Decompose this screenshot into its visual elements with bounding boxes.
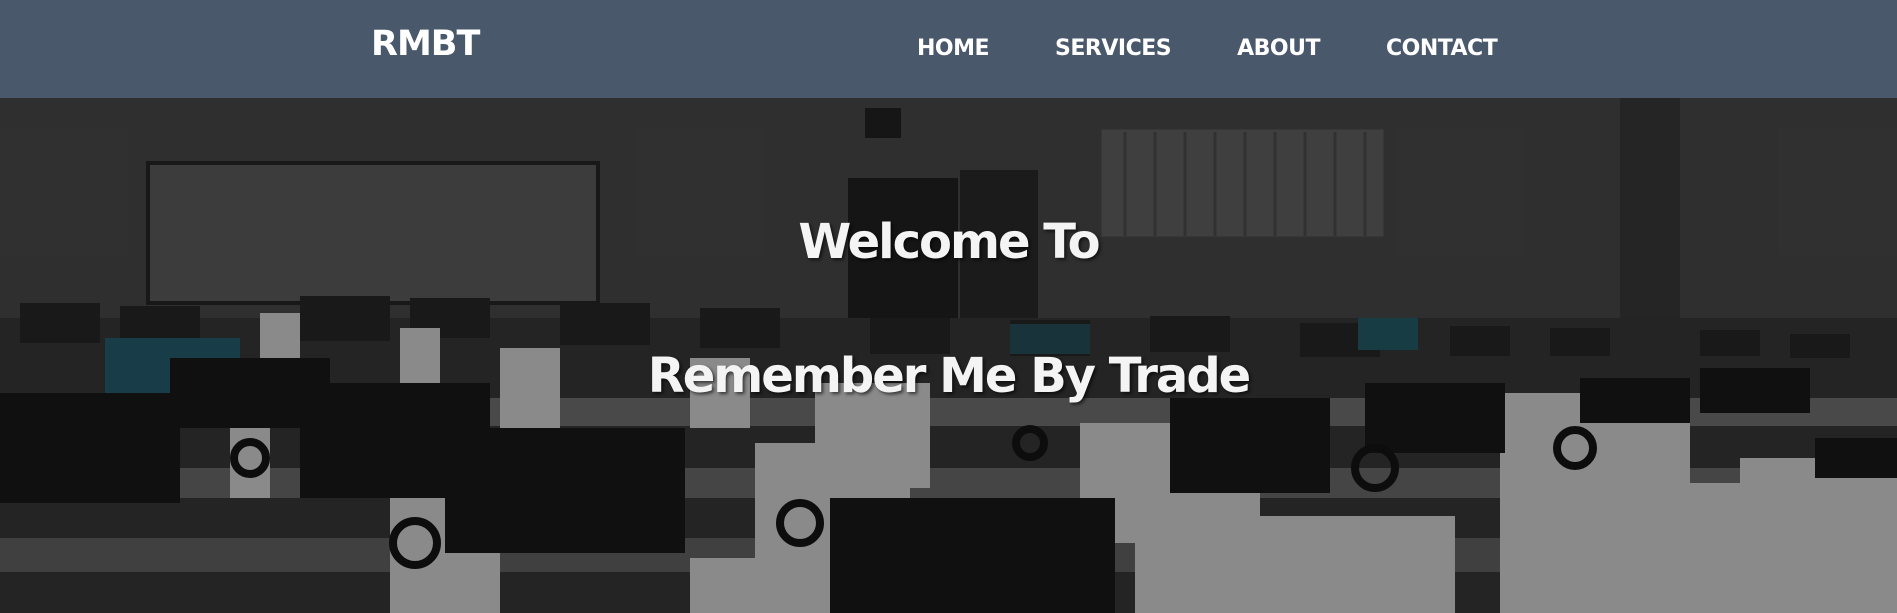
- hero-title-brand: Remember Me By Trade: [647, 348, 1251, 404]
- nav-link-services[interactable]: SERVICES: [1055, 36, 1172, 66]
- nav-link-contact[interactable]: CONTACT: [1386, 36, 1498, 66]
- hero-section: Welcome To Remember Me By Trade: [0, 98, 1897, 613]
- main-nav: HOME SERVICES ABOUT CONTACT: [917, 36, 1498, 66]
- nav-link-about[interactable]: ABOUT: [1237, 36, 1320, 66]
- navbar: RMBT HOME SERVICES ABOUT CONTACT: [0, 0, 1897, 98]
- nav-link-home[interactable]: HOME: [917, 36, 990, 66]
- site-logo[interactable]: RMBT: [371, 24, 480, 64]
- hero-title-welcome: Welcome To: [798, 214, 1100, 270]
